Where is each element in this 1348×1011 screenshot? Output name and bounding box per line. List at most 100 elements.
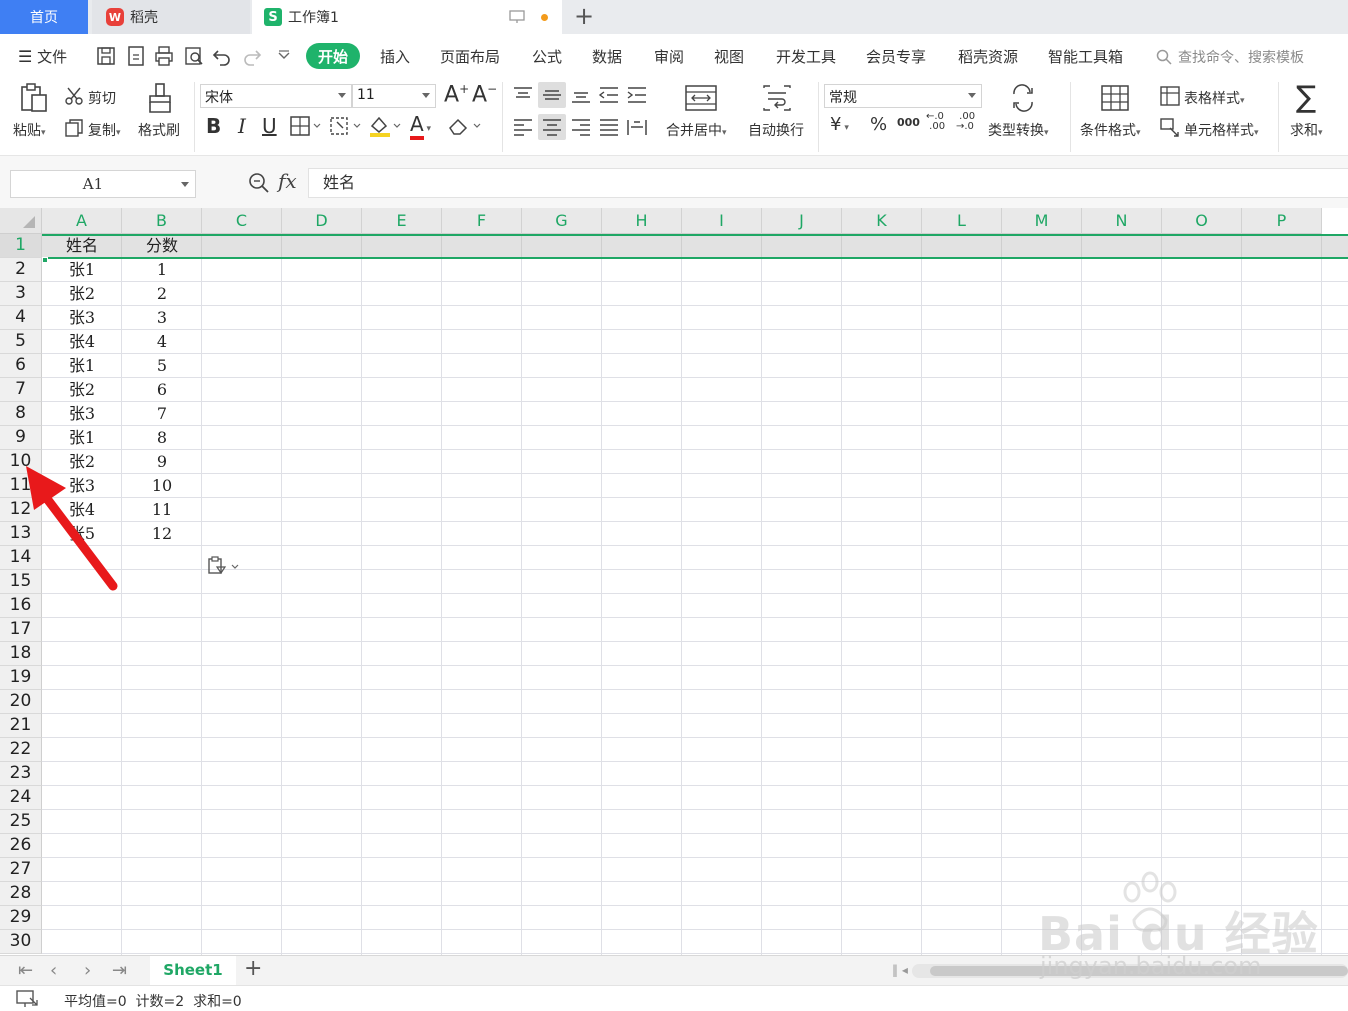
column-header-p[interactable]: P: [1242, 208, 1322, 234]
print-icon[interactable]: [154, 45, 174, 67]
table-header-cell[interactable]: 姓名: [42, 234, 122, 258]
column-header-j[interactable]: J: [762, 208, 842, 234]
score-cell[interactable]: 6: [122, 378, 202, 402]
row-header-6[interactable]: 6: [0, 354, 42, 378]
menu-review[interactable]: 审阅: [654, 46, 684, 67]
row-header-25[interactable]: 25: [0, 810, 42, 834]
column-header-h[interactable]: H: [602, 208, 682, 234]
scroll-split-handle[interactable]: ‖ ◂: [892, 963, 908, 977]
column-header-e[interactable]: E: [362, 208, 442, 234]
percent-button[interactable]: %: [870, 114, 887, 135]
score-cell[interactable]: 9: [122, 450, 202, 474]
score-cell[interactable]: 12: [122, 522, 202, 546]
format-painter-icon[interactable]: [146, 82, 174, 114]
command-search[interactable]: 查找命令、搜索模板: [1156, 47, 1304, 67]
score-cell[interactable]: 2: [122, 282, 202, 306]
wrap-text-icon[interactable]: [762, 84, 792, 112]
tab-daoke[interactable]: W 稻壳: [92, 0, 250, 34]
copy-button[interactable]: 复制▾: [88, 120, 121, 140]
cell-style-button[interactable]: 单元格样式▾: [1184, 120, 1259, 140]
score-cell[interactable]: 11: [122, 498, 202, 522]
column-header-i[interactable]: I: [682, 208, 762, 234]
score-cell[interactable]: 8: [122, 426, 202, 450]
menu-view[interactable]: 视图: [714, 46, 744, 67]
undo-icon[interactable]: [212, 45, 232, 67]
row-header-29[interactable]: 29: [0, 906, 42, 930]
print-preview-icon[interactable]: [184, 45, 204, 67]
justify-icon[interactable]: [598, 118, 620, 136]
name-cell[interactable]: 张2: [42, 282, 122, 306]
row-header-19[interactable]: 19: [0, 666, 42, 690]
row-header-7[interactable]: 7: [0, 378, 42, 402]
increase-indent-icon[interactable]: [626, 86, 648, 104]
row-header-27[interactable]: 27: [0, 858, 42, 882]
align-bottom-icon[interactable]: [570, 86, 592, 104]
borders-icon[interactable]: [290, 116, 322, 136]
underline-button[interactable]: U: [262, 114, 277, 138]
column-header-l[interactable]: L: [922, 208, 1002, 234]
menu-member[interactable]: 会员专享: [866, 46, 926, 67]
cut-icon[interactable]: [64, 86, 84, 106]
row-header-9[interactable]: 9: [0, 426, 42, 450]
increase-font-icon[interactable]: A+: [444, 82, 469, 107]
conditional-format-icon[interactable]: [1100, 84, 1130, 112]
score-cell[interactable]: 5: [122, 354, 202, 378]
name-cell[interactable]: 张3: [42, 306, 122, 330]
row-header-30[interactable]: 30: [0, 930, 42, 954]
row-header-17[interactable]: 17: [0, 618, 42, 642]
decrease-font-icon[interactable]: A−: [472, 82, 497, 107]
table-header-cell[interactable]: 分数: [122, 234, 202, 258]
row-header-28[interactable]: 28: [0, 882, 42, 906]
clear-eraser-icon[interactable]: [448, 116, 482, 136]
zoom-function-icon[interactable]: [248, 172, 270, 194]
cell-area[interactable]: [42, 234, 1348, 955]
cell-style-icon[interactable]: [1160, 118, 1180, 138]
insert-function-button[interactable]: fx: [278, 169, 297, 193]
row-header-3[interactable]: 3: [0, 282, 42, 306]
column-header-a[interactable]: A: [42, 208, 122, 234]
thousands-button[interactable]: 000: [897, 116, 920, 129]
name-cell[interactable]: 张1: [42, 354, 122, 378]
menu-formula[interactable]: 公式: [532, 46, 562, 67]
row-header-2[interactable]: 2: [0, 258, 42, 282]
column-header-g[interactable]: G: [522, 208, 602, 234]
name-cell[interactable]: 张1: [42, 258, 122, 282]
bold-button[interactable]: B: [206, 114, 221, 138]
font-color-button[interactable]: A ▾: [410, 112, 431, 140]
name-box[interactable]: A1: [10, 170, 196, 198]
name-cell[interactable]: 张1: [42, 426, 122, 450]
monitor-icon[interactable]: [509, 10, 525, 24]
italic-button[interactable]: I: [238, 114, 246, 138]
menu-resources[interactable]: 稻壳资源: [958, 46, 1018, 67]
prev-sheet-icon[interactable]: ‹: [50, 960, 57, 981]
row-header-24[interactable]: 24: [0, 786, 42, 810]
column-header-c[interactable]: C: [202, 208, 282, 234]
align-middle-active[interactable]: [538, 82, 566, 108]
paste-icon[interactable]: [18, 82, 50, 114]
redo-icon[interactable]: [242, 45, 262, 67]
row-header-1[interactable]: 1: [0, 234, 42, 258]
fill-color-icon[interactable]: [368, 114, 402, 138]
number-format-select[interactable]: 常规: [824, 84, 982, 108]
column-header-b[interactable]: B: [122, 208, 202, 234]
more-quick-access-icon[interactable]: [274, 45, 294, 67]
column-header-d[interactable]: D: [282, 208, 362, 234]
save-icon[interactable]: [96, 45, 116, 67]
column-header-o[interactable]: O: [1162, 208, 1242, 234]
align-top-icon[interactable]: [512, 86, 534, 104]
cut-button[interactable]: 剪切: [88, 88, 116, 108]
formula-input[interactable]: 姓名: [308, 168, 1348, 198]
distributed-align-icon[interactable]: [626, 118, 648, 136]
align-center-active[interactable]: [538, 114, 566, 140]
type-convert-button[interactable]: 类型转换▾: [988, 120, 1049, 140]
tab-home[interactable]: 首页: [0, 0, 88, 34]
next-sheet-icon[interactable]: ›: [84, 960, 91, 981]
conditional-format-button[interactable]: 条件格式▾: [1080, 120, 1141, 140]
horizontal-scrollbar[interactable]: [912, 964, 1348, 978]
tab-workbook[interactable]: S 工作簿1: [252, 0, 562, 34]
row-header-23[interactable]: 23: [0, 762, 42, 786]
score-cell[interactable]: 10: [122, 474, 202, 498]
currency-button[interactable]: ¥ ▾: [830, 114, 849, 135]
score-cell[interactable]: 7: [122, 402, 202, 426]
name-cell[interactable]: 张2: [42, 378, 122, 402]
